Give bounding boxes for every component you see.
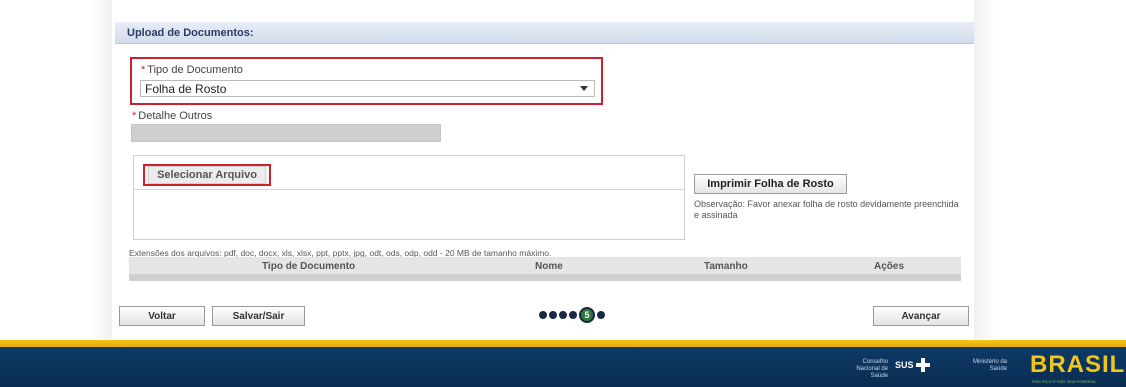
voltar-button[interactable]: Voltar [119, 306, 205, 326]
column-acoes: Ações [874, 261, 905, 272]
sus-logo: SUS [895, 358, 930, 372]
step-dot-1 [539, 311, 547, 319]
tipo-documento-value: Folha de Rosto [145, 82, 227, 96]
conselho-nacional-logo: Conselho Nacional de Saúde [856, 359, 888, 379]
required-mark: * [141, 64, 146, 76]
step-dot-current: 5 [579, 307, 595, 323]
documents-table-empty-row [129, 275, 961, 281]
page: Upload de Documentos: * Tipo de Documento… [0, 0, 1126, 387]
salvar-sair-button[interactable]: Salvar/Sair [212, 306, 305, 326]
footer: Conselho Nacional de Saúde SUS Ministéri… [0, 347, 1126, 387]
tipo-documento-label: * Tipo de Documento [141, 64, 243, 76]
imprimir-folha-rosto-button[interactable]: Imprimir Folha de Rosto [694, 174, 847, 194]
file-upload-area: Selecionar Arquivo [133, 155, 685, 240]
section-title: Upload de Documentos: [115, 22, 974, 44]
selecionar-arquivo-label: Selecionar Arquivo [148, 166, 266, 184]
upload-panel: Upload de Documentos: * Tipo de Documento… [115, 22, 974, 340]
documents-table-header: Tipo de Documento Nome Tamanho Ações [129, 257, 961, 275]
column-tamanho: Tamanho [704, 261, 748, 272]
column-tipo-documento: Tipo de Documento [262, 261, 356, 272]
cross-icon [915, 358, 930, 372]
required-mark: * [132, 110, 137, 122]
tipo-documento-label-text: Tipo de Documento [147, 64, 243, 76]
detalhe-outros-input[interactable] [131, 124, 441, 142]
selecionar-arquivo-button[interactable]: Selecionar Arquivo [143, 164, 271, 186]
step-dot-2 [549, 311, 557, 319]
observacao-text: Observação: Favor anexar folha de rosto … [694, 199, 959, 220]
column-nome: Nome [535, 261, 563, 272]
page-shadow-right [974, 0, 996, 340]
detalhe-outros-label-text: Detalhe Outros [138, 110, 213, 122]
chevron-down-icon [580, 86, 588, 91]
step-dot-4 [569, 311, 577, 319]
detalhe-outros-label: * Detalhe Outros [132, 110, 212, 122]
upload-divider [134, 189, 684, 190]
ministerio-saude-logo: Ministério da Saúde [972, 359, 1007, 372]
tipo-documento-field: * Tipo de Documento Folha de Rosto [130, 57, 603, 105]
brasil-logo: BRASIL [1030, 351, 1126, 378]
avancar-button[interactable]: Avançar [873, 306, 969, 326]
footer-stripe [0, 340, 1126, 347]
step-indicator: 5 [539, 307, 605, 323]
tipo-documento-select[interactable]: Folha de Rosto [140, 80, 595, 97]
brasil-slogan: PAÍS RICO É PAÍS SEM POBREZA [1032, 379, 1096, 384]
page-shadow-left [90, 0, 112, 340]
sus-logo-text: SUS [895, 360, 914, 370]
step-dot-6 [597, 311, 605, 319]
step-dot-3 [559, 311, 567, 319]
